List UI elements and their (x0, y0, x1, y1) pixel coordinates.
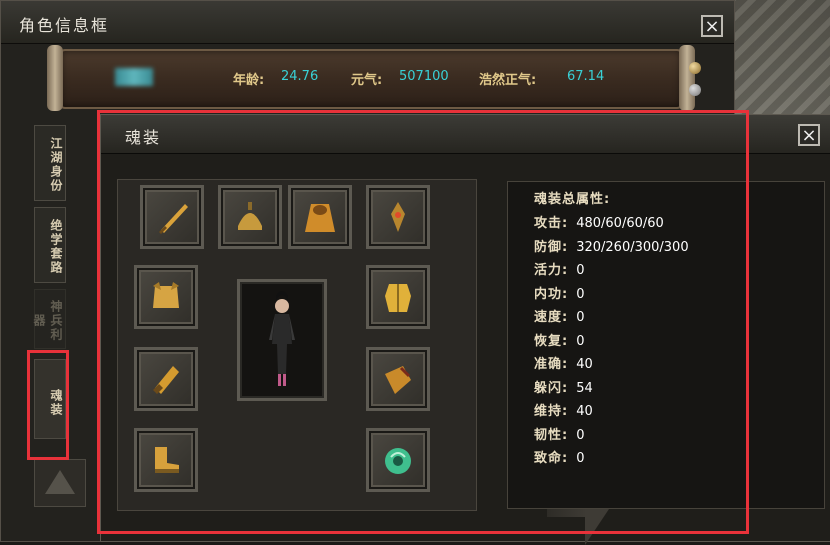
tab-jianghu-identity[interactable]: 江湖身份 (34, 125, 66, 201)
attribute-row: 恢复: 0 (534, 330, 584, 349)
age-label: 年龄: (233, 73, 265, 88)
chest-armor-icon (381, 280, 415, 314)
equipment-slot[interactable] (366, 347, 430, 411)
window-title: 魂装 (125, 128, 162, 147)
age-value: 24.76 (281, 69, 319, 84)
attribute-row: 防御: 320/260/300/300 (534, 236, 689, 255)
helmet-icon (233, 200, 267, 234)
attribute-label: 恢复: (534, 333, 569, 349)
attribute-row: 致命: 0 (534, 447, 584, 466)
attribute-row: 攻击: 480/60/60/60 (534, 212, 664, 231)
attribute-label: 躲闪: (534, 380, 569, 396)
attribute-row: 韧性: 0 (534, 424, 584, 443)
character-info-titlebar[interactable]: 角色信息框 × (1, 1, 734, 44)
orb-gold-icon[interactable] (689, 62, 701, 74)
attribute-value: 0 (576, 310, 585, 325)
tab-martial-arts[interactable]: 绝学套路 (34, 207, 66, 283)
character-portrait (237, 279, 327, 401)
character-figure-icon (269, 291, 295, 386)
equipment-slot[interactable] (140, 185, 204, 249)
attribute-row: 躲闪: 54 (534, 377, 593, 396)
attribute-value: 0 (576, 286, 585, 302)
attribute-value: 0 (576, 427, 585, 443)
tab-soul-equipment[interactable]: 魂装 (34, 359, 66, 439)
soul-equipment-titlebar[interactable]: 魂装 × (101, 115, 830, 154)
attributes-panel: 魂装总属性: 攻击: 480/60/60/60 防御: 320/260/300/300… (507, 181, 825, 509)
attribute-label: 韧性: (534, 427, 569, 443)
orb-silver-icon[interactable] (689, 84, 701, 96)
bracer-icon (149, 362, 183, 396)
attribute-label: 活力: (534, 263, 569, 278)
attribute-label: 维持: (534, 404, 569, 419)
equipment-slot[interactable] (366, 428, 430, 492)
equipment-slot[interactable] (218, 185, 282, 249)
vitality-label: 元气: (351, 73, 383, 88)
amulet-icon (381, 200, 415, 234)
character-name-blurred (115, 68, 153, 86)
close-button[interactable]: × (798, 124, 820, 146)
equipment-slot[interactable] (134, 428, 198, 492)
righteousness-label: 浩然正气: (479, 73, 537, 88)
attribute-value: 0 (576, 333, 585, 349)
attribute-value: 40 (576, 404, 593, 419)
attribute-value: 54 (576, 380, 593, 396)
equipment-slot[interactable] (288, 185, 352, 249)
vitality-value: 507100 (399, 69, 449, 84)
window-title: 角色信息框 (19, 16, 110, 35)
equipment-slot[interactable] (366, 265, 430, 329)
righteousness-value: 67.14 (567, 69, 605, 84)
attribute-value: 0 (576, 451, 585, 466)
attribute-value: 0 (576, 263, 585, 278)
attribute-row: 准确: 40 (534, 353, 593, 372)
attribute-label: 攻击: (534, 216, 569, 231)
attribute-label: 内功: (534, 286, 569, 302)
attribute-row: 速度: 0 (534, 306, 584, 325)
attribute-row: 内功: 0 (534, 283, 584, 302)
gauntlet-icon (381, 362, 415, 396)
attribute-value: 480/60/60/60 (576, 216, 664, 231)
equipment-slot[interactable] (366, 185, 430, 249)
attribute-label: 致命: (534, 451, 569, 466)
attribute-value: 40 (576, 357, 593, 372)
attribute-row: 活力: 0 (534, 259, 584, 278)
boots-icon (149, 443, 183, 477)
dagger-icon (155, 200, 189, 234)
tab-extra-icon[interactable] (34, 459, 86, 507)
attribute-label: 防御: (534, 239, 569, 255)
close-button[interactable]: × (701, 15, 723, 37)
attribute-label: 准确: (534, 357, 569, 372)
character-stats-scroll: 年龄: 24.76 元气: 507100 浩然正气: 67.14 (47, 45, 695, 111)
attribute-value: 320/260/300/300 (576, 239, 689, 255)
equipment-slot[interactable] (134, 347, 198, 411)
soul-equipment-window: 魂装 × 魂装总属性: 攻击: 480/60/60/60 防御: 320/260/30… (100, 114, 830, 545)
equipment-slot[interactable] (134, 265, 198, 329)
attribute-row: 维持: 40 (534, 400, 593, 419)
attributes-title: 魂装总属性: (534, 192, 611, 207)
attribute-label: 速度: (534, 310, 569, 325)
jade-pendant-icon (381, 443, 415, 477)
cape-icon (303, 200, 337, 234)
armor-icon (149, 280, 183, 314)
tab-divine-weapons[interactable]: 神兵利器 (32, 289, 66, 349)
